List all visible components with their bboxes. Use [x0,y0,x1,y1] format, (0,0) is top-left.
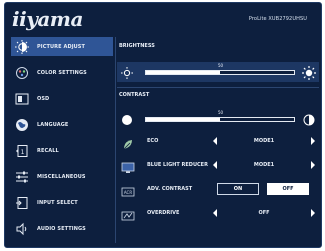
contrast-slider-track[interactable] [145,117,295,122]
adv-contrast-off-button[interactable]: OFF [267,183,309,195]
sidebar-item-picture-adjust[interactable]: PICTURE ADJUST [11,37,113,56]
speaker-icon [11,219,33,238]
divider [115,37,116,243]
contrast-value: 50 [218,110,224,115]
adv-contrast-row[interactable]: ACR ADV. CONTRAST ON OFF [117,180,319,198]
contrast-high-icon [302,112,316,126]
sidebar-item-input-select[interactable]: INPUT SELECT [11,193,113,212]
brand-logo: iiyama [12,7,83,31]
sidebar-item-label: OSD [37,95,50,102]
sidebar-item-color-settings[interactable]: COLOR SETTINGS [11,63,113,82]
sidebar-item-label: INPUT SELECT [37,199,78,206]
overdrive-left-arrow[interactable] [213,209,217,217]
overdrive-label: OVERDRIVE [147,210,180,216]
svg-text:1: 1 [21,149,25,156]
bright-sun-icon [302,65,316,80]
adv-contrast-label: ADV. CONTRAST [147,186,193,192]
osd-header: iiyama ProLite XUB2792UHSU [5,3,321,33]
picture-adjust-icon [11,37,33,56]
sidebar-item-recall[interactable]: 1 RECALL [11,141,113,160]
sidebar-item-miscellaneous[interactable]: MISCELLANEOUS [11,167,113,186]
eco-value: MODE1 [253,138,275,144]
contrast-low-icon [120,112,134,126]
svg-text:ACR: ACR [124,190,132,195]
overdrive-row[interactable]: OVERDRIVE OFF [117,204,319,222]
eco-icon [121,135,135,150]
eco-right-arrow[interactable] [311,137,315,145]
dim-sun-icon [120,65,134,79]
sidebar-item-language[interactable]: LANGUAGE [11,115,113,134]
eco-label: ECO [147,138,159,144]
adv-contrast-icon: ACR [121,183,135,197]
osd-icon [11,89,33,108]
brightness-value: 50 [218,63,224,68]
sidebar: PICTURE ADJUST COLOR SETTINGS OSD LANGUA… [11,37,113,243]
sidebar-item-osd[interactable]: OSD [11,89,113,108]
sidebar-item-label: AUDIO SETTINGS [37,225,86,232]
brightness-slider-fill [146,71,220,74]
sidebar-item-label: LANGUAGE [37,121,69,128]
blue-light-icon [121,159,135,173]
sidebar-item-label: RECALL [37,147,59,154]
globe-icon [11,115,33,134]
picture-adjust-panel: BRIGHTNESS 50 CONTRAST 50 ECO MODE1 BLUE… [117,37,319,243]
osd-menu: iiyama ProLite XUB2792UHSU PICTURE ADJUS… [4,2,322,248]
eco-row[interactable]: ECO MODE1 [117,132,319,150]
overdrive-icon [121,207,135,221]
sidebar-item-audio-settings[interactable]: AUDIO SETTINGS [11,219,113,238]
blue-light-reducer-value: MODE1 [253,162,275,168]
sliders-icon [11,167,33,186]
contrast-slider-row[interactable]: 50 [117,109,319,129]
overdrive-value: OFF [258,210,270,216]
model-name: ProLite XUB2792UHSU [248,16,307,22]
overdrive-right-arrow[interactable] [311,209,315,217]
blue-light-reducer-row[interactable]: BLUE LIGHT REDUCER MODE1 [117,156,319,174]
blue-light-left-arrow[interactable] [213,161,217,169]
sidebar-item-label: MISCELLANEOUS [37,173,86,180]
adv-contrast-on-button[interactable]: ON [217,183,259,195]
brightness-title: BRIGHTNESS [119,43,155,49]
eco-left-arrow[interactable] [213,137,217,145]
sidebar-item-label: COLOR SETTINGS [37,69,87,76]
brightness-slider-track[interactable] [145,70,295,75]
section-divider [117,87,319,88]
recall-icon: 1 [11,141,33,160]
contrast-slider-fill [146,118,220,121]
input-select-icon [11,193,33,212]
brightness-slider-row[interactable]: 50 [117,62,319,82]
contrast-title: CONTRAST [119,92,150,98]
color-settings-icon [11,63,33,82]
blue-light-right-arrow[interactable] [311,161,315,169]
sidebar-item-label: PICTURE ADJUST [37,43,86,50]
blue-light-reducer-label: BLUE LIGHT REDUCER [147,162,208,168]
